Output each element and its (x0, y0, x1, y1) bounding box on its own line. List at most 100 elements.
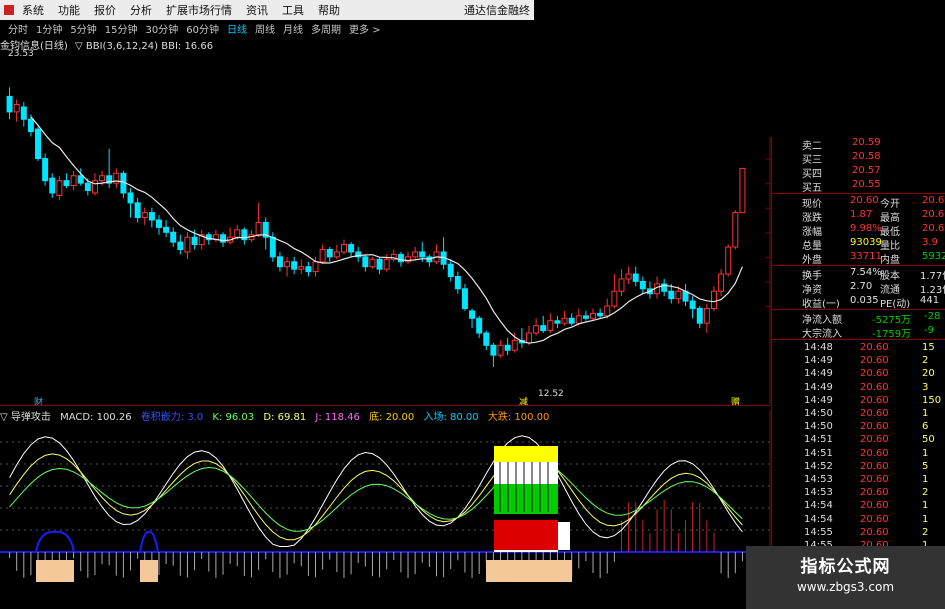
candle-body (255, 221, 262, 236)
candle-body (155, 219, 162, 228)
tick-row: 14:53 20.60 1 (772, 474, 945, 488)
tick-time: 14:52 (804, 460, 833, 472)
tick-volume: 15 (922, 342, 935, 353)
quote-stat-row: 外盘 33711 内盘 5932 (772, 251, 945, 266)
signal-tower-segment (494, 550, 558, 552)
indicator-bottom: 底: 20.00 (369, 412, 415, 423)
tick-volume: 2 (922, 355, 929, 367)
quote-level-label: 买三 (802, 155, 822, 166)
candle-body (469, 310, 476, 319)
candle-body (35, 128, 42, 160)
watermark: 指标公式网 www.zbgs3.com (746, 546, 945, 609)
candle-body (568, 317, 575, 324)
candle-body (511, 339, 518, 351)
candle-body (525, 332, 532, 344)
candle-body (177, 241, 184, 250)
candle-body (348, 244, 355, 253)
tick-price: 20.60 (860, 500, 889, 512)
candle-body (134, 202, 141, 219)
marker-finance: 财 (34, 398, 44, 408)
candle-body (163, 226, 170, 233)
tick-time: 14:49 (804, 355, 833, 367)
fin-value: 441 (920, 295, 940, 306)
candle-body (540, 325, 547, 332)
candle-body (369, 258, 376, 268)
signal-tower-side (558, 522, 570, 550)
tick-time: 14:55 (804, 526, 833, 538)
flow-value: -28 (924, 311, 941, 322)
indicator-line: ▽ 导弹攻击 MACD: 100.26 卷积嵌力: 3.0 K: 96.03 D… (0, 408, 555, 423)
marker-reduce: 减 (519, 398, 529, 408)
tick-price: 20.60 (860, 368, 889, 380)
tick-volume: 50 (922, 434, 935, 446)
stat-label: 内盘 (880, 255, 900, 266)
candle-body (696, 307, 703, 324)
candle-body (362, 256, 369, 268)
flow-label: 大宗流入 (802, 329, 842, 340)
indicator-name: ▽ 导弹攻击 (0, 412, 51, 423)
candle-body (533, 325, 540, 334)
tick-volume: 1 (922, 408, 929, 419)
fin-label: 收益(一) (802, 299, 840, 310)
tick-time: 14:53 (804, 487, 833, 499)
flow-value: -1759万 (872, 329, 912, 340)
tick-time: 14:49 (804, 368, 833, 380)
quote-flow-row: 净流入额 -5275万 -28 (772, 311, 945, 326)
stat-label: 外盘 (802, 255, 822, 266)
tick-price: 20.60 (860, 394, 889, 406)
tick-volume: 150 (922, 394, 942, 406)
candle-body (582, 315, 589, 319)
tick-price: 20.60 (860, 526, 889, 538)
tick-row: 14:50 20.60 1 (772, 408, 945, 422)
fin-value: 0.035 (850, 295, 879, 306)
tick-price: 20.60 (860, 381, 889, 393)
fin-label: 流通 (880, 285, 900, 296)
flow-value: -9 (924, 325, 934, 336)
candle-body (184, 236, 191, 253)
fin-value: 1.77亿 (920, 271, 945, 282)
tick-time: 14:53 (804, 474, 833, 485)
tick-price: 20.60 (860, 355, 889, 367)
tick-time: 14:49 (804, 381, 833, 393)
candle-body (625, 273, 632, 280)
tick-row: 14:55 20.60 2 (772, 527, 945, 541)
quote-fin-row: 收益(一) 0.035 PE(动) 441 (772, 295, 945, 310)
fin-label: 净资 (802, 285, 822, 296)
candle-body (234, 229, 241, 238)
tick-row: 14:49 20.60 2 (772, 355, 945, 369)
k-line (9, 435, 743, 547)
tick-price: 20.60 (860, 474, 889, 485)
low-price-label: 12.52 (538, 389, 564, 399)
indicator-big: 大跌: 100.00 (487, 412, 550, 423)
signal-hump (139, 530, 159, 553)
quote-panel: 卖二 20.59 买三 20.58 买四 20.57 买五 20.55 现价 2… (771, 137, 945, 609)
candle-body (675, 290, 682, 300)
stat-label: 量比 (880, 241, 900, 252)
candle-body (710, 290, 717, 309)
tick-price: 20.60 (860, 408, 889, 419)
candle-body (170, 231, 177, 243)
signal-block (140, 560, 158, 582)
quote-fin-row: 换手 7.54% 股本 1.77亿 (772, 267, 945, 282)
candle-body (604, 305, 611, 317)
d-line (9, 448, 743, 541)
candle-body (618, 278, 625, 292)
tick-time: 14:51 (804, 434, 833, 446)
quote-level-price: 20.55 (852, 179, 881, 190)
tick-price: 20.60 (860, 447, 889, 459)
tick-volume: 2 (922, 487, 929, 499)
tick-row: 14:52 20.60 5 (772, 461, 945, 475)
signal-block (486, 560, 572, 582)
tick-row: 14:49 20.60 150 (772, 395, 945, 409)
stat-label: 最低 (880, 227, 900, 238)
tick-volume: 1 (922, 447, 929, 459)
tick-volume: 5 (922, 460, 929, 472)
indicator-k: K: 96.03 (212, 412, 255, 423)
candle-body (732, 212, 739, 248)
stat-value: 33711 (850, 251, 882, 262)
stat-label: 最高 (880, 213, 900, 224)
tick-volume: 3 (922, 381, 929, 393)
candle-body (597, 312, 604, 317)
tick-row: 14:54 20.60 1 (772, 514, 945, 528)
quote-level-row: 买五 20.55 (772, 179, 945, 194)
